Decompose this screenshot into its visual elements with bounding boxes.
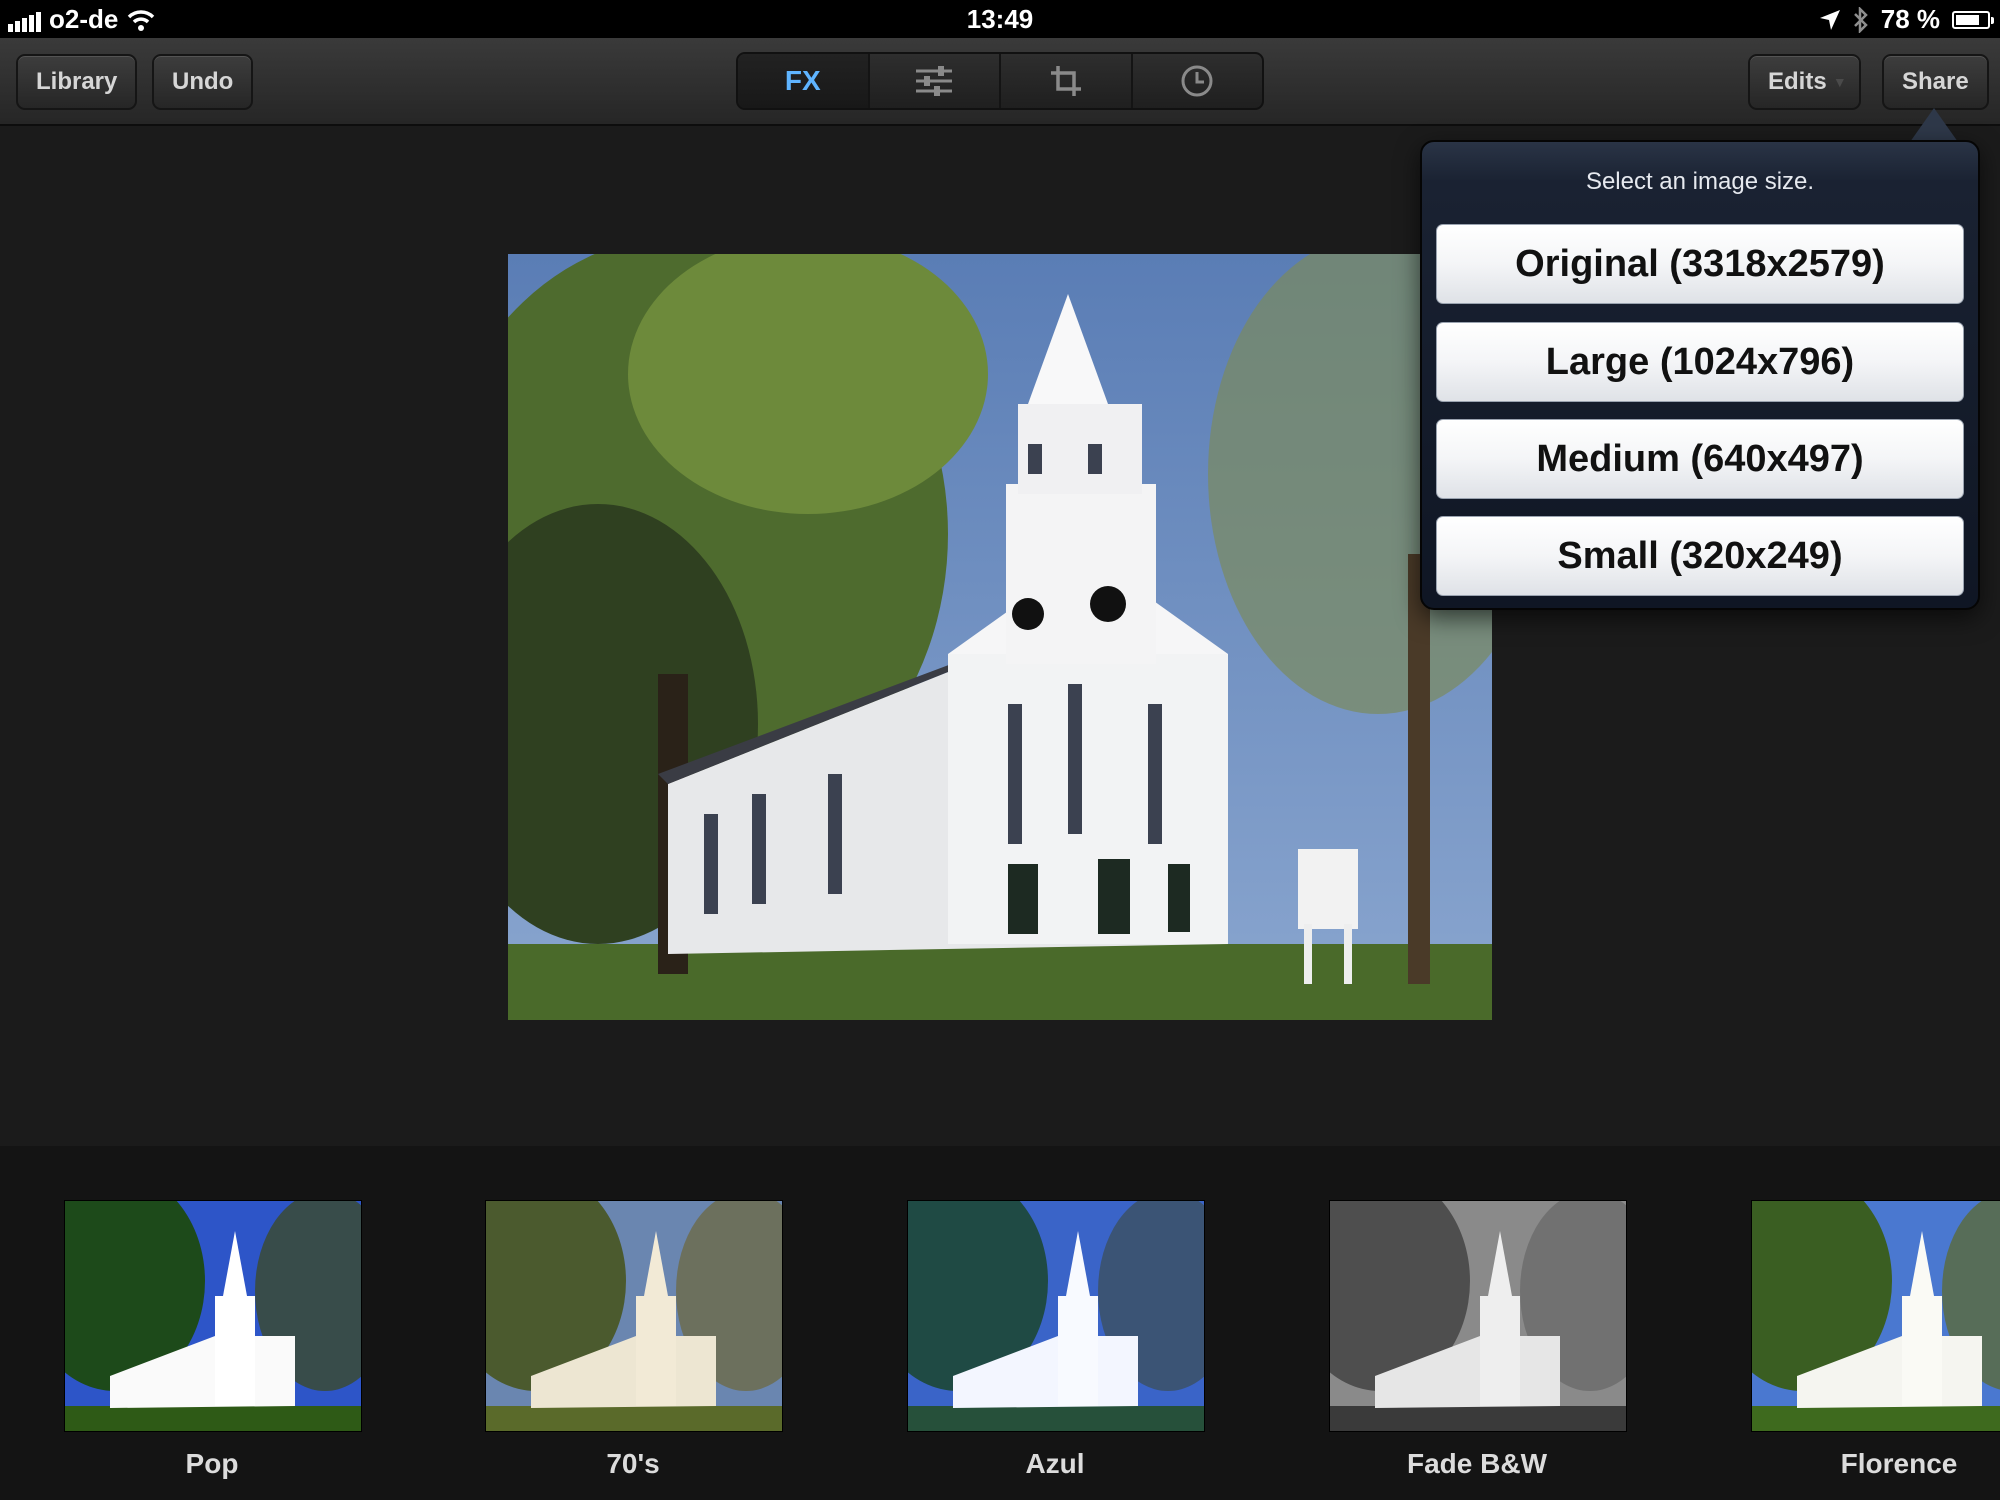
size-medium-button[interactable]: Medium (640x497) xyxy=(1436,419,1964,499)
main-photo[interactable] xyxy=(508,254,1492,1020)
edits-button[interactable]: Edits ▼ xyxy=(1748,54,1861,110)
popover-title: Select an image size. xyxy=(1585,168,1815,195)
filter-label-azul: Azul xyxy=(1025,1448,1085,1479)
filter-thumb-azul[interactable] xyxy=(907,1200,1205,1432)
size-original-button[interactable]: Original (3318x2579) xyxy=(1436,224,1964,304)
florence-thumbnail-image xyxy=(1752,1201,2000,1431)
size-large-button[interactable]: Large (1024x796) xyxy=(1436,322,1964,402)
filter-label-70s: 70's xyxy=(606,1448,660,1479)
battery-icon xyxy=(1952,10,1994,29)
battery-percent: 78 % xyxy=(1880,4,1940,34)
pop-thumbnail-image xyxy=(65,1201,361,1431)
size-small-button[interactable]: Small (320x249) xyxy=(1436,516,1964,596)
tab-history[interactable] xyxy=(1133,54,1263,108)
fade-bw-thumbnail-image xyxy=(1330,1201,1626,1431)
filter-strip: Pop 70's Azul Fade B&W Florence xyxy=(0,1146,2000,1500)
filter-thumb-florence[interactable] xyxy=(1751,1200,2000,1432)
tab-adjust[interactable] xyxy=(870,54,1001,108)
filter-label-fade-bw: Fade B&W xyxy=(1407,1448,1547,1479)
chevron-down-icon: ▼ xyxy=(1832,74,1847,90)
filter-label-pop: Pop xyxy=(185,1448,239,1479)
clock-icon xyxy=(1181,65,1213,97)
status-bar: o2-de 13:49 78 % xyxy=(0,0,2000,38)
70s-thumbnail-image xyxy=(486,1201,782,1431)
filter-thumb-fade-bw[interactable] xyxy=(1329,1200,1627,1432)
filter-thumb-pop[interactable] xyxy=(64,1200,362,1432)
filter-label-florence: Florence xyxy=(1840,1448,1958,1479)
church-photo-image xyxy=(508,254,1492,1020)
edit-mode-tabs: FX xyxy=(736,52,1264,110)
share-size-popover: Select an image size. Original (3318x257… xyxy=(1420,140,1980,610)
share-button[interactable]: Share xyxy=(1882,54,1989,110)
edits-label: Edits xyxy=(1768,68,1827,95)
toolbar: Library Undo FX Edits ▼ Share xyxy=(0,38,2000,126)
crop-icon xyxy=(1050,66,1081,96)
undo-button[interactable]: Undo xyxy=(152,54,254,110)
tab-crop[interactable] xyxy=(1001,54,1133,108)
tab-fx[interactable]: FX xyxy=(738,54,870,108)
filter-thumb-70s[interactable] xyxy=(485,1200,783,1432)
status-right: 78 % xyxy=(1819,4,1994,35)
sliders-icon xyxy=(916,66,953,96)
azul-thumbnail-image xyxy=(908,1201,1204,1431)
status-time: 13:49 xyxy=(966,4,1034,34)
popover-arrow xyxy=(1910,108,1958,142)
bluetooth-icon xyxy=(1853,6,1868,33)
location-arrow-icon xyxy=(1819,9,1840,30)
library-button[interactable]: Library xyxy=(16,54,138,110)
